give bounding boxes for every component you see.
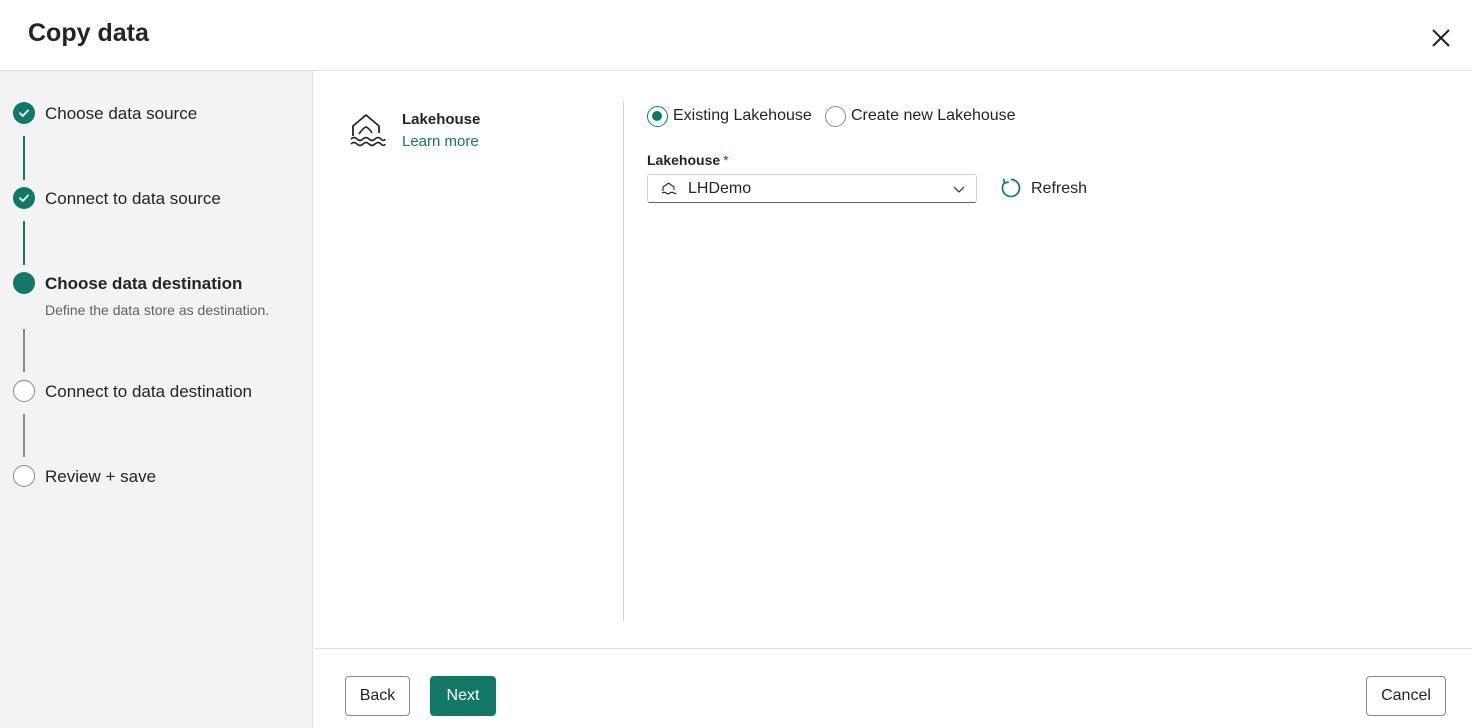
close-icon <box>1432 29 1450 47</box>
step-complete-icon <box>13 187 35 209</box>
refresh-icon <box>1001 178 1021 198</box>
close-button[interactable] <box>1426 23 1456 53</box>
lakehouse-field-label: Lakehouse * <box>647 152 729 168</box>
lakehouse-small-icon <box>661 182 677 195</box>
step-label: Review + save <box>45 467 157 486</box>
lakehouse-dropdown[interactable]: LHDemo <box>647 174 977 203</box>
dialog-title: Copy data <box>28 19 149 47</box>
step-description: Define the data store as destination. <box>45 302 270 318</box>
dialog-header: Copy data <box>0 0 1472 71</box>
next-button[interactable]: Next <box>430 676 496 716</box>
step-pending-icon <box>13 465 35 487</box>
radio-label: Existing Lakehouse <box>673 107 812 124</box>
panel-divider <box>623 101 624 621</box>
step-connector <box>23 221 25 265</box>
dialog-footer: Back Next Cancel <box>314 648 1472 728</box>
step-label: Choose data destination <box>45 274 243 293</box>
step-connector <box>23 136 25 180</box>
lakehouse-icon <box>350 114 386 147</box>
radio-checked-icon <box>647 106 668 127</box>
step-label: Connect to data destination <box>45 382 252 401</box>
step-label: Choose data source <box>45 104 198 123</box>
main-content: Lakehouse Learn more Existing Lakehouse … <box>314 71 1472 648</box>
radio-label: Create new Lakehouse <box>851 107 1016 124</box>
radio-existing-lakehouse[interactable]: Existing Lakehouse <box>647 106 817 128</box>
step-pending-icon <box>13 380 35 402</box>
destination-name: Lakehouse <box>402 111 481 128</box>
step-current-icon <box>13 272 35 294</box>
radio-unchecked-icon <box>825 106 846 127</box>
steps-sidebar: Choose data source Connect to data sourc… <box>0 71 313 728</box>
cancel-button[interactable]: Cancel <box>1366 676 1446 716</box>
step-connector <box>23 329 25 372</box>
learn-more-link[interactable]: Learn more <box>402 133 479 150</box>
step-complete-icon <box>13 102 35 124</box>
step-connector <box>23 414 25 457</box>
refresh-label: Refresh <box>1031 180 1088 197</box>
step-label: Connect to data source <box>45 189 221 208</box>
back-button[interactable]: Back <box>345 676 410 716</box>
lakehouse-dropdown-value: LHDemo <box>688 180 752 197</box>
radio-create-new-lakehouse[interactable]: Create new Lakehouse <box>825 106 1020 128</box>
required-marker: * <box>723 152 729 168</box>
chevron-down-icon <box>953 186 965 193</box>
